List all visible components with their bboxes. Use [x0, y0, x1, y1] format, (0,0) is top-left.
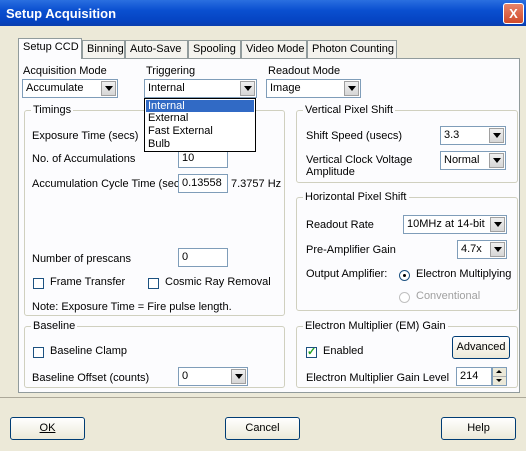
baseline-clamp-checkbox[interactable]: [33, 347, 44, 358]
readout-mode-value: Image: [270, 82, 301, 94]
triggering-option-bulb[interactable]: Bulb: [146, 138, 254, 150]
ok-label: OK: [39, 422, 56, 434]
baseline-offset-label: Baseline Offset (counts): [32, 372, 150, 384]
timings-title: Timings: [31, 104, 74, 116]
prescans-value: 0: [182, 251, 189, 263]
readout-rate-select[interactable]: 10MHz at 14-bit: [403, 215, 507, 234]
ok-button[interactable]: OK: [10, 417, 85, 440]
cycle-time-field[interactable]: 0.13558: [178, 174, 228, 193]
chevron-down-icon[interactable]: [490, 217, 505, 232]
baseline-offset-value: 0: [182, 370, 189, 382]
conventional-radio[interactable]: [399, 292, 410, 303]
em-enabled-label: Enabled: [323, 345, 364, 357]
close-button[interactable]: X: [503, 3, 524, 24]
spin-down-icon[interactable]: [493, 377, 506, 385]
tab-setup-ccd[interactable]: Setup CCD: [18, 38, 82, 59]
clock-voltage-select[interactable]: Normal: [440, 151, 506, 170]
em-gain-level-field[interactable]: 214: [456, 367, 492, 386]
acquisition-mode-label: Acquisition Mode: [23, 65, 107, 77]
chevron-down-icon[interactable]: [231, 369, 246, 384]
title-bar: Setup Acquisition X: [0, 0, 526, 26]
preamp-gain-label: Pre-Amplifier Gain: [306, 244, 396, 256]
preamp-gain-value: 4.7x: [461, 243, 482, 255]
baseline-clamp-label: Baseline Clamp: [50, 345, 128, 357]
chevron-down-icon[interactable]: [344, 81, 359, 96]
readout-mode-select[interactable]: Image: [266, 79, 361, 98]
setup-acquisition-dialog: Setup Acquisition X Setup CCD Binning Au…: [0, 0, 526, 451]
triggering-option-fast-external[interactable]: Fast External: [146, 125, 254, 137]
tab-photon-counting[interactable]: Photon Counting: [307, 40, 397, 58]
acquisition-mode-value: Accumulate: [26, 82, 84, 94]
triggering-select[interactable]: Internal: [144, 79, 257, 98]
accumulations-label: No. of Accumulations: [32, 153, 136, 165]
em-enabled-checkbox[interactable]: [306, 345, 317, 358]
horizontal-shift-title: Horizontal Pixel Shift: [303, 191, 409, 203]
chevron-down-icon[interactable]: [489, 128, 504, 143]
triggering-value: Internal: [148, 82, 185, 94]
chevron-down-icon[interactable]: [101, 81, 116, 96]
frame-transfer-checkbox[interactable]: [33, 278, 44, 289]
spin-up-icon[interactable]: [493, 368, 506, 377]
help-button[interactable]: Help: [441, 417, 516, 440]
chevron-down-icon[interactable]: [490, 242, 505, 257]
triggering-label: Triggering: [146, 65, 196, 77]
preamp-gain-select[interactable]: 4.7x: [457, 240, 507, 259]
acquisition-mode-select[interactable]: Accumulate: [22, 79, 118, 98]
electron-multiplying-label: Electron Multiplying: [416, 268, 512, 280]
cancel-label: Cancel: [245, 422, 280, 434]
clock-voltage-value: Normal: [444, 154, 480, 166]
cycle-time-label: Accumulation Cycle Time (secs): [32, 178, 189, 190]
chevron-down-icon[interactable]: [489, 153, 504, 168]
em-gain-level-label: Electron Multiplier Gain Level: [306, 372, 450, 384]
tab-video-mode[interactable]: Video Mode: [241, 40, 307, 58]
em-gain-title: Electron Multiplier (EM) Gain: [303, 320, 448, 332]
em-gain-level-value: 214: [460, 370, 479, 382]
shift-speed-select[interactable]: 3.3: [440, 126, 506, 145]
advanced-button[interactable]: Advanced: [452, 336, 510, 359]
cancel-button[interactable]: Cancel: [225, 417, 300, 440]
frame-transfer-label: Frame Transfer: [50, 276, 126, 288]
readout-rate-label: Readout Rate: [306, 219, 374, 231]
electron-multiplying-radio[interactable]: [399, 270, 410, 281]
cosmic-ray-checkbox[interactable]: [148, 278, 159, 289]
shift-speed-value: 3.3: [444, 129, 460, 141]
clock-voltage-label: Vertical Clock Voltage: [306, 154, 413, 166]
window-title: Setup Acquisition: [6, 6, 117, 21]
vertical-shift-title: Vertical Pixel Shift: [303, 104, 396, 116]
readout-mode-label: Readout Mode: [268, 65, 341, 77]
output-amplifier-label: Output Amplifier:: [306, 268, 388, 280]
chevron-down-icon[interactable]: [240, 81, 255, 96]
baseline-title: Baseline: [31, 320, 78, 332]
clock-voltage-label-2: Amplitude: [306, 166, 355, 178]
triggering-dropdown-list: Internal External Fast External Bulb: [144, 98, 256, 152]
cycle-frequency: 7.3757 Hz: [231, 178, 282, 190]
footer-divider: [0, 397, 526, 398]
prescans-field[interactable]: 0: [178, 248, 228, 267]
exposure-note: Note: Exposure Time = Fire pulse length.: [32, 301, 232, 313]
shift-speed-label: Shift Speed (usecs): [306, 130, 402, 142]
tab-spooling[interactable]: Spooling: [188, 40, 241, 58]
help-label: Help: [467, 422, 490, 434]
triggering-option-external[interactable]: External: [146, 112, 254, 124]
cosmic-ray-label: Cosmic Ray Removal: [165, 276, 271, 288]
tab-binning[interactable]: Binning: [82, 40, 125, 58]
accumulations-value: 10: [182, 152, 195, 164]
cycle-time-value: 0.13558: [182, 177, 222, 189]
conventional-label: Conventional: [416, 290, 481, 302]
prescans-label: Number of prescans: [32, 253, 132, 265]
tab-auto-save[interactable]: Auto-Save: [125, 40, 188, 58]
exposure-time-label: Exposure Time (secs): [32, 130, 139, 142]
em-gain-spinner[interactable]: [492, 367, 507, 386]
readout-rate-value: 10MHz at 14-bit: [407, 218, 485, 230]
baseline-offset-select[interactable]: 0: [178, 367, 248, 386]
triggering-option-internal[interactable]: Internal: [146, 100, 254, 112]
